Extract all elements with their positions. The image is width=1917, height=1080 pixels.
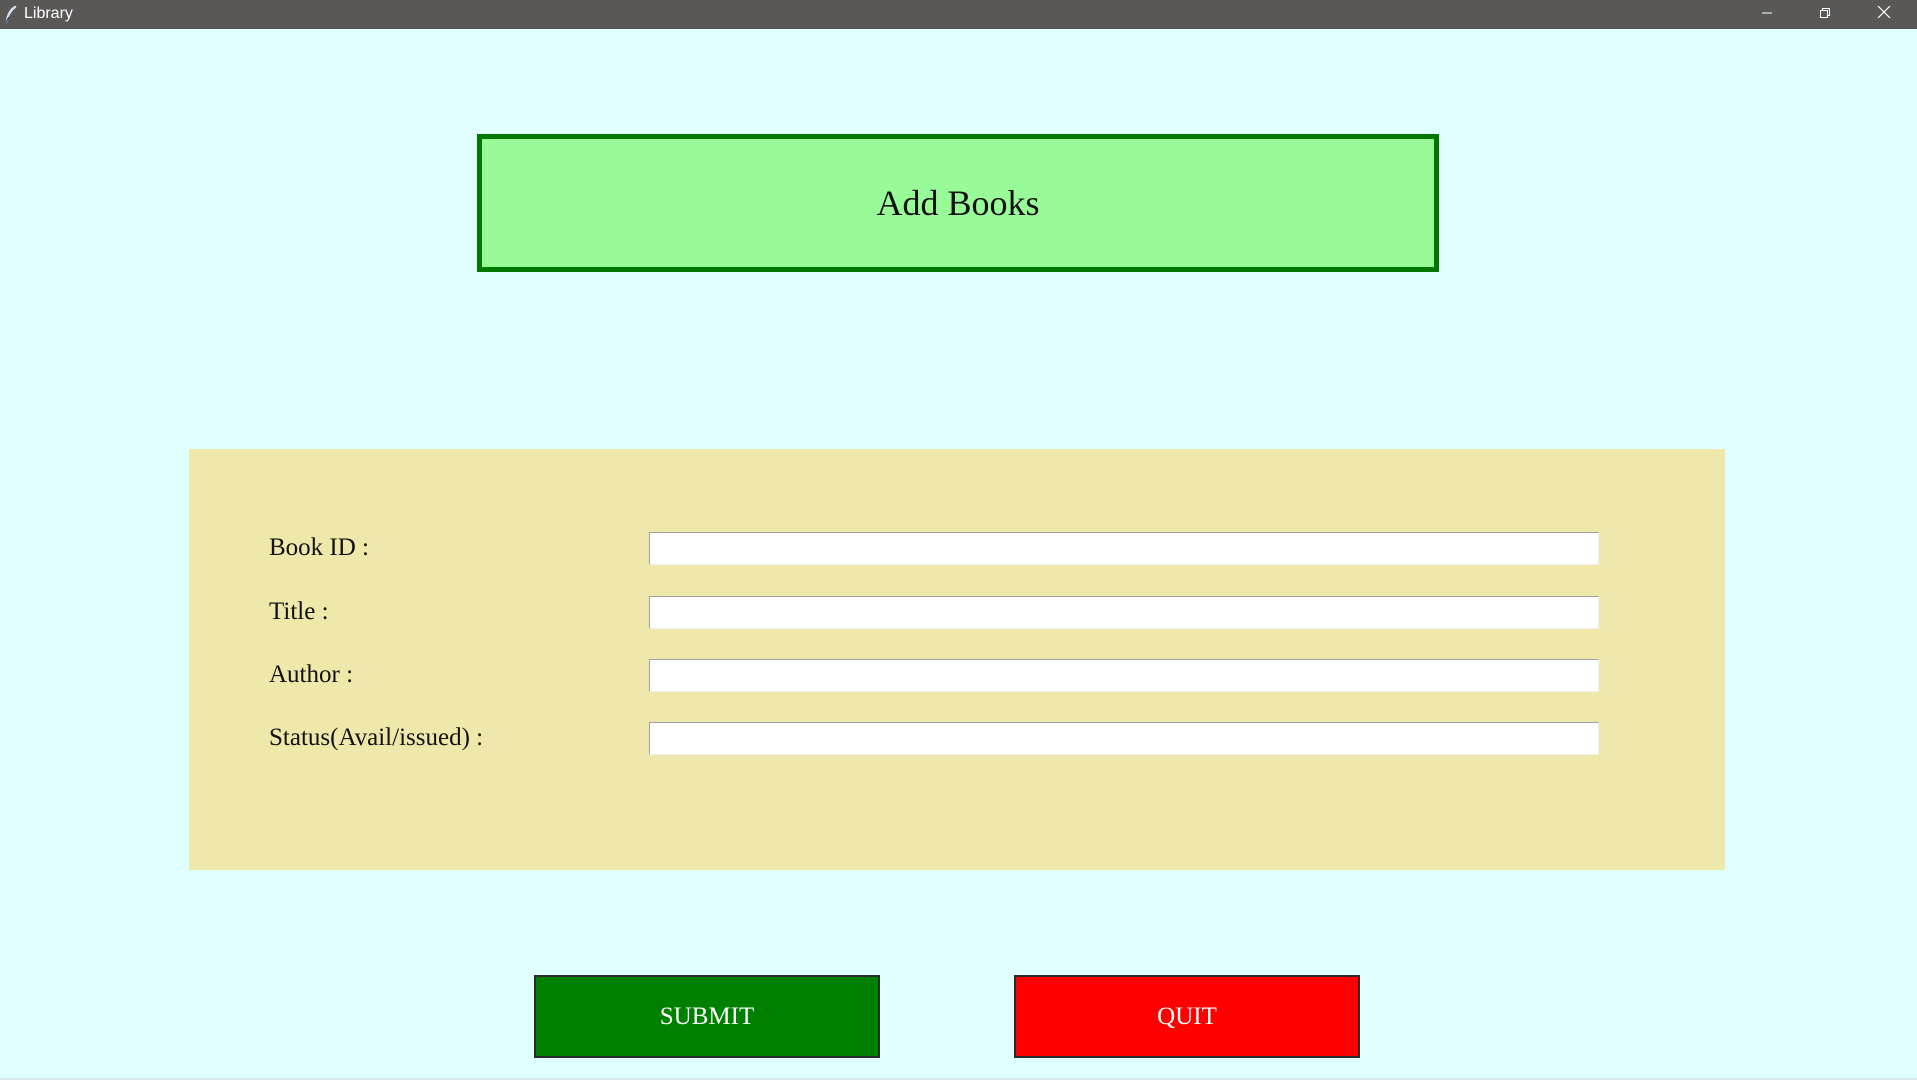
status-input[interactable] [649,722,1599,755]
minimize-icon [1761,6,1773,24]
add-book-form: Book ID : Title : Author : Status(Avail/… [189,449,1725,870]
author-label: Author : [269,661,354,688]
title-label: Title : [269,598,329,625]
close-button[interactable] [1855,0,1913,29]
submit-button-label: SUBMIT [659,1002,755,1030]
book-id-label: Book ID : [269,534,369,561]
feather-icon [4,5,18,23]
quit-button-label: QUIT [1157,1002,1217,1030]
minimize-button[interactable] [1738,0,1796,29]
submit-button[interactable]: SUBMIT [534,975,880,1058]
window-title: Library [24,5,73,22]
maximize-button[interactable] [1796,0,1854,29]
title-input[interactable] [649,596,1599,629]
page-title: Add Books [876,183,1040,223]
status-label: Status(Avail/issued) : [269,724,484,751]
quit-button[interactable]: QUIT [1014,975,1360,1058]
title-bar[interactable]: Library [0,0,1917,29]
heading-frame: Add Books [477,134,1439,272]
author-input[interactable] [649,659,1599,692]
restore-icon [1819,6,1831,24]
book-id-input[interactable] [649,532,1599,565]
app-window: Library Add Books Book ID: Title: Auth… [0,0,1917,1080]
close-icon [1877,5,1891,24]
